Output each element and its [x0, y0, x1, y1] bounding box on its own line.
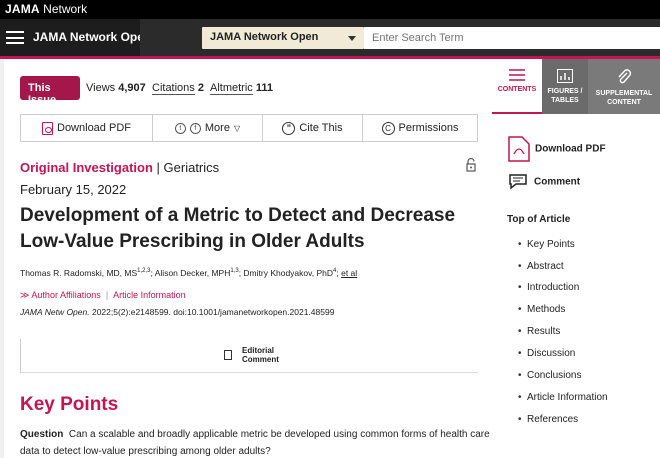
scrollbar[interactable]: [0, 59, 4, 458]
tab-supplemental-content[interactable]: SUPPLEMENTAL CONTENT: [588, 59, 660, 114]
search-area: JAMA Network Open: [140, 19, 660, 56]
toc-item[interactable]: Methods: [518, 304, 565, 315]
views-metric[interactable]: Views 4,907: [86, 82, 146, 94]
jama-network-logo[interactable]: JAMA Network: [5, 2, 87, 16]
chevron-down-icon: ▽: [233, 123, 241, 133]
article-information-link[interactable]: Article Information: [113, 290, 186, 300]
citations-metric[interactable]: Citations 2: [152, 82, 204, 95]
altmetric-metric[interactable]: Altmetric 111: [210, 82, 273, 95]
unlock-icon: [466, 158, 476, 172]
article-title: Development of a Metric to Detect and De…: [20, 205, 456, 252]
article-toolbar: Download PDF t f More ▽ ” Cite This C Per…: [20, 114, 478, 142]
et-al-link[interactable]: et al: [341, 268, 357, 278]
quote-icon: ”: [282, 121, 296, 135]
main-navbar: JAMA Network Open JAMA Network Open: [0, 19, 660, 56]
site-title[interactable]: JAMA Network Open: [33, 30, 151, 44]
chevron-down-icon: [348, 36, 356, 41]
tab-contents[interactable]: CONTENTS: [492, 59, 542, 114]
right-sidebar: CONTENTS FIGURES / TABLES SUPPLEMENTAL C…: [492, 59, 660, 458]
tab-figures-tables[interactable]: FIGURES / TABLES: [542, 59, 588, 114]
key-points-heading: Key Points: [20, 394, 119, 415]
sidebar-comment[interactable]: Comment: [508, 174, 580, 190]
toc-item[interactable]: Introduction: [518, 282, 579, 293]
top-of-article-link[interactable]: Top of Article: [507, 214, 570, 225]
sidebar-tabs: CONTENTS FIGURES / TABLES SUPPLEMENTAL C…: [492, 59, 660, 114]
affiliation-links: ≫ Author Affiliations | Article Informatio…: [20, 290, 186, 300]
toc-item[interactable]: References: [518, 414, 578, 425]
toc-item[interactable]: Key Points: [518, 239, 575, 250]
comment-icon: [509, 174, 527, 190]
share-more-button[interactable]: t f More ▽: [153, 115, 263, 141]
search-input[interactable]: [364, 27, 660, 49]
top-brand-bar: JAMA Network: [0, 0, 660, 19]
author-link[interactable]: Thomas R. Radomski, MD, MS1,2,3: [20, 268, 151, 278]
document-icon: [224, 350, 232, 360]
toc-item[interactable]: Discussion: [518, 348, 575, 359]
menu-icon[interactable]: [6, 31, 24, 44]
citation-line: JAMA Netw Open. 2022;5(2):e2148599. doi:…: [20, 307, 335, 317]
key-points-question: Question Can a scalable and broadly appl…: [20, 429, 490, 457]
author-list: Thomas R. Radomski, MD, MS1,2,3; Alison …: [20, 268, 358, 278]
permissions-button[interactable]: C Permissions: [363, 115, 477, 141]
publication-date: February 15, 2022: [20, 182, 127, 197]
author-affiliations-link[interactable]: ≫ Author Affiliations: [20, 290, 101, 300]
cite-this-button[interactable]: ” Cite This: [263, 115, 363, 141]
pdf-icon: [508, 136, 530, 162]
toc-item[interactable]: Results: [518, 326, 560, 337]
sidebar-download-pdf[interactable]: Download PDF: [508, 136, 606, 162]
paperclip-icon: [618, 69, 632, 84]
pdf-icon: [42, 121, 53, 135]
this-issue-button[interactable]: This Issue: [20, 76, 80, 106]
chart-icon: [557, 69, 573, 83]
author-link[interactable]: ; Alison Decker, MPH1,3: [151, 268, 239, 278]
twitter-icon[interactable]: t: [174, 122, 186, 134]
copyright-icon: C: [381, 121, 395, 135]
facebook-icon[interactable]: f: [189, 122, 201, 134]
author-link[interactable]: ; Dmitry Khodyakov, PhD4: [239, 268, 337, 278]
list-icon: [509, 69, 525, 81]
article-type: Original Investigation | Geriatrics: [20, 160, 220, 175]
toc-item[interactable]: Abstract: [518, 261, 564, 272]
toc-item[interactable]: Conclusions: [518, 370, 582, 381]
download-pdf-button[interactable]: Download PDF: [21, 115, 153, 141]
toc-item[interactable]: Article Information: [518, 392, 608, 403]
journal-select[interactable]: JAMA Network Open: [202, 27, 364, 49]
